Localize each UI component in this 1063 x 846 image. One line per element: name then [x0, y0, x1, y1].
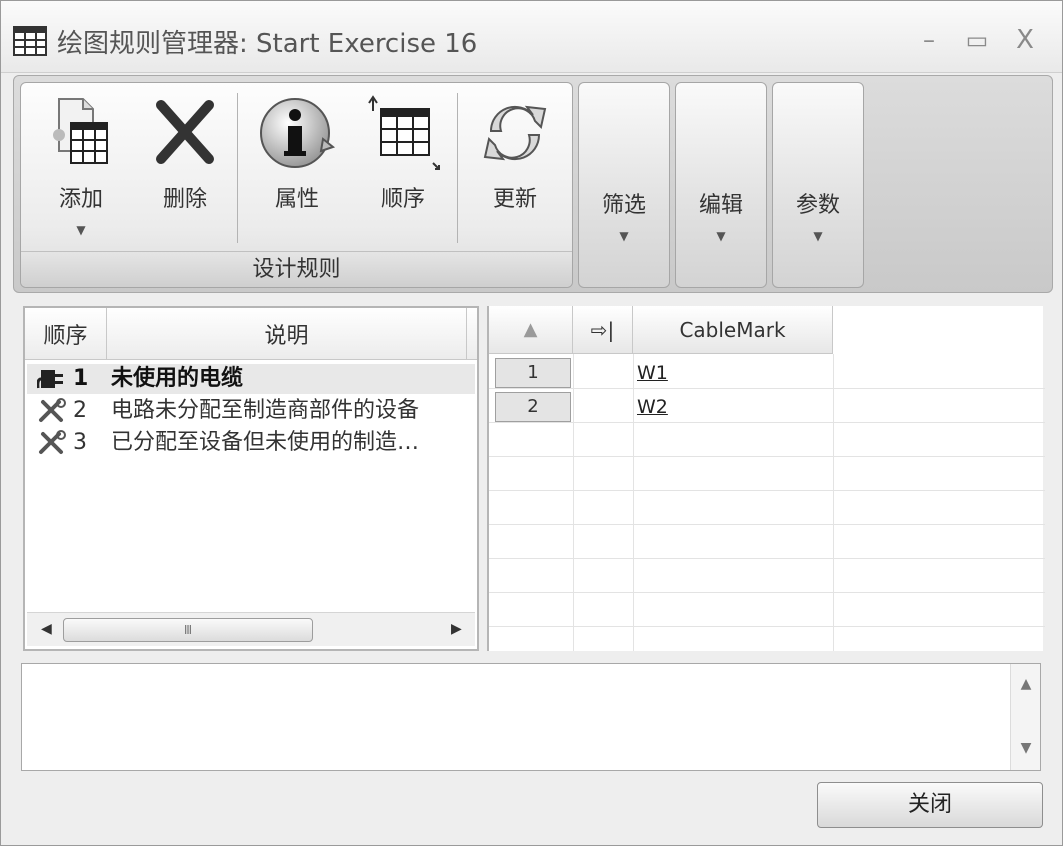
tools-icon	[39, 398, 66, 422]
close-button[interactable]: 关闭	[817, 782, 1043, 828]
delete-button[interactable]: 删除	[137, 89, 233, 249]
update-label: 更新	[492, 187, 537, 212]
tools-icon	[39, 430, 66, 454]
edit-label: 编辑	[698, 193, 743, 218]
params-dropdown[interactable]: 参数 ▼	[772, 82, 864, 288]
grid-divider	[489, 524, 1045, 525]
ribbon: 添加 ▼ 删除 属性 顺序 更新 设计规则 筛选 ▼ 编辑 ▼ 参数 ▼	[13, 75, 1053, 293]
rule-item-3[interactable]: 3 已分配至设备但未使用的制造…	[27, 428, 475, 458]
scroll-left-icon[interactable]: ◀	[41, 621, 52, 637]
column-header-description[interactable]: 说明	[107, 308, 467, 360]
delete-x-icon	[156, 100, 214, 164]
title-bar: 绘图规则管理器: Start Exercise 16 – ▭ X	[1, 1, 1062, 73]
grid-divider	[633, 354, 634, 651]
scroll-up-icon[interactable]: ▲	[1011, 676, 1041, 692]
properties-label: 属性	[274, 187, 319, 212]
reorder-table-icon	[368, 95, 440, 170]
rule-description: 已分配至设备但未使用的制造…	[111, 430, 420, 455]
design-rules-group-label: 设计规则	[21, 251, 572, 287]
go-to-icon[interactable]: ⇨|	[573, 306, 633, 354]
add-button[interactable]: 添加 ▼	[33, 89, 129, 249]
refresh-icon	[483, 105, 547, 161]
rules-list-header: 顺序 说明	[25, 308, 477, 360]
grid-divider	[489, 456, 1045, 457]
sort-column-header[interactable]: ▲	[489, 306, 573, 354]
cable-plug-icon	[37, 370, 63, 389]
maximize-button[interactable]: ▭	[959, 23, 995, 57]
window-title: 绘图规则管理器: Start Exercise 16	[57, 29, 478, 59]
filter-dropdown-arrow-icon: ▼	[619, 229, 629, 243]
grid-divider	[489, 388, 1045, 389]
grid-app-icon	[13, 26, 47, 56]
cablemark-link-w1[interactable]: W1	[637, 358, 668, 388]
rule-item-1[interactable]: 1 未使用的电缆	[27, 364, 475, 394]
grid-divider	[573, 354, 574, 651]
rule-description: 电路未分配至制造商部件的设备	[111, 398, 420, 423]
ribbon-separator	[237, 93, 238, 243]
edit-dropdown-arrow-icon: ▼	[716, 229, 726, 243]
properties-button[interactable]: 属性	[245, 89, 349, 249]
rule-number: 2	[73, 398, 87, 423]
grid-divider	[489, 592, 1045, 593]
params-dropdown-arrow-icon: ▼	[813, 229, 823, 243]
scroll-down-icon[interactable]: ▼	[1011, 740, 1041, 756]
update-button[interactable]: 更新	[465, 89, 565, 249]
scroll-thumb[interactable]: Ⅲ	[63, 618, 313, 642]
grid-divider	[489, 558, 1045, 559]
order-label: 顺序	[380, 187, 425, 212]
rules-horizontal-scrollbar[interactable]: ◀ Ⅲ ▶	[27, 612, 475, 646]
filter-label: 筛选	[601, 193, 646, 218]
grid-divider	[489, 626, 1045, 627]
ribbon-separator	[457, 93, 458, 243]
close-window-button[interactable]: X	[1007, 23, 1043, 57]
grid-divider	[489, 422, 1045, 423]
scroll-right-icon[interactable]: ▶	[451, 621, 462, 637]
add-rule-icon	[53, 98, 108, 164]
params-label: 参数	[795, 193, 840, 218]
info-icon	[260, 98, 336, 168]
message-vertical-scrollbar[interactable]: ▲ ▼	[1010, 664, 1040, 770]
rule-description: 未使用的电缆	[111, 366, 244, 391]
results-grid: ▲ ⇨| CableMark 1 W1 2 W2	[487, 306, 1045, 651]
grid-divider	[833, 354, 834, 651]
drawing-rules-manager-window: 绘图规则管理器: Start Exercise 16 – ▭ X 添加 ▼ 删除…	[0, 0, 1063, 846]
design-rules-group: 添加 ▼ 删除 属性 顺序 更新 设计规则	[20, 82, 573, 288]
add-label: 添加	[58, 187, 103, 212]
grid-divider	[489, 490, 1045, 491]
rule-item-2[interactable]: 2 电路未分配至制造商部件的设备	[27, 396, 475, 426]
column-header-order[interactable]: 顺序	[25, 308, 107, 360]
minimize-button[interactable]: –	[911, 23, 947, 57]
delete-label: 删除	[162, 187, 207, 212]
message-area[interactable]: ▲ ▼	[21, 663, 1041, 771]
rule-number: 1	[73, 366, 89, 391]
rule-number: 3	[73, 430, 87, 455]
rules-list: 顺序 说明 1 未使用的电缆 2 电路未分配至制造商部件的设备 3 已分配至设备…	[23, 306, 479, 651]
filter-dropdown[interactable]: 筛选 ▼	[578, 82, 670, 288]
row-header[interactable]: 2	[495, 392, 571, 422]
order-button[interactable]: 顺序	[353, 89, 453, 249]
row-header[interactable]: 1	[495, 358, 571, 388]
add-dropdown-arrow-icon: ▼	[76, 223, 86, 237]
cablemark-link-w2[interactable]: W2	[637, 392, 668, 422]
edit-dropdown[interactable]: 编辑 ▼	[675, 82, 767, 288]
column-header-cablemark[interactable]: CableMark	[633, 306, 833, 354]
